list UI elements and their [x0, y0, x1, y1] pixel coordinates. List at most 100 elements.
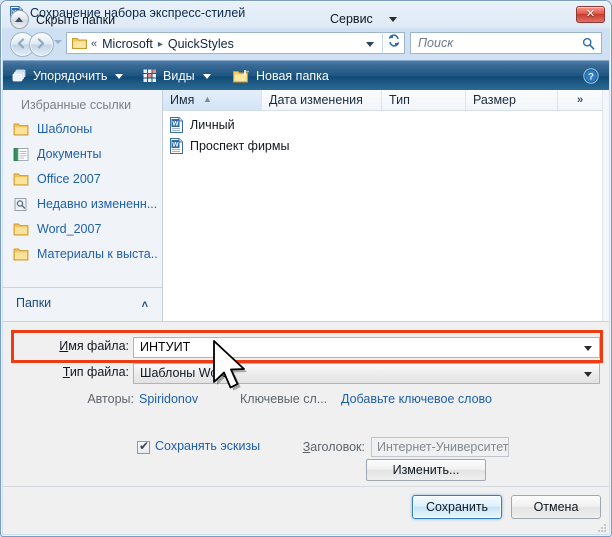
column-header-label: Дата изменения [269, 93, 363, 107]
sidebar-item-office-2007[interactable]: Office 2007 [13, 168, 157, 190]
sidebar-item-documents[interactable]: Документы [13, 143, 157, 165]
save-thumbnails-checkbox[interactable]: ✔ [137, 441, 150, 454]
chevron-down-icon[interactable] [584, 372, 592, 377]
heading-label: Заголовок: [290, 440, 365, 454]
filename-value: ИНТУИТ [140, 340, 190, 354]
sidebar-item-label: Материалы к выста... [37, 247, 157, 261]
search-icon [582, 37, 595, 50]
column-header-size[interactable]: Размер [466, 90, 558, 110]
sidebar-item-exhibition-materials[interactable]: Материалы к выста... [13, 243, 157, 265]
recent-pages-dropdown[interactable] [54, 40, 62, 44]
file-row[interactable]: W Проспект фирмы [169, 136, 289, 156]
folder-icon [13, 221, 31, 237]
svg-text:W: W [172, 142, 179, 149]
search-placeholder: Поиск [418, 36, 453, 50]
column-header-label: Размер [473, 93, 516, 107]
sidebar-item-label: Шаблоны [37, 122, 92, 136]
new-folder-label: Новая папка [256, 69, 329, 83]
favorites-header: Избранные ссылки [21, 98, 131, 112]
word-document-icon: W [169, 117, 185, 133]
chevron-down-icon [115, 74, 123, 79]
authors-label: Авторы: [78, 392, 134, 406]
tools-menu-button[interactable]: Сервис [330, 12, 397, 26]
change-button[interactable]: Изменить... [366, 459, 486, 481]
folders-pane-toggle[interactable]: Папки ˄ [3, 289, 162, 321]
resize-grip[interactable] [595, 521, 607, 533]
organize-button[interactable]: Упорядочить [12, 66, 123, 86]
folders-label: Папки [16, 296, 51, 310]
filename-label-accel: И [59, 339, 68, 353]
sidebar-item-word-2007[interactable]: Word_2007 [13, 218, 157, 240]
authors-value[interactable]: Spiridonov [139, 392, 198, 406]
close-button[interactable]: ✕ [576, 6, 605, 23]
filename-label: Имя файла: [55, 339, 129, 353]
hide-folders-button[interactable]: Скрыть папки [10, 10, 115, 29]
cancel-button[interactable]: Отмена [511, 495, 601, 519]
folder-icon [72, 36, 87, 50]
breadcrumb-item-1[interactable]: QuickStyles [168, 37, 234, 51]
chevron-down-icon[interactable] [584, 346, 592, 351]
hide-folders-label: Скрыть папки [36, 13, 115, 27]
documents-icon [13, 146, 31, 162]
refresh-icon [387, 36, 401, 50]
add-keyword-link[interactable]: Добавьте ключевое слово [341, 392, 492, 406]
chevron-down-icon[interactable] [366, 42, 374, 47]
column-header-name[interactable]: Имя ▲ [163, 90, 262, 110]
address-bar[interactable]: « Microsoft ▸ QuickStyles [66, 32, 382, 54]
file-name: Личный [190, 118, 235, 132]
filetype-label: Тип файла: [58, 365, 129, 379]
tools-label: Сервис [330, 12, 373, 26]
column-header-label: Тип [389, 93, 410, 107]
svg-text:?: ? [588, 72, 594, 83]
sidebar-item-label: Office 2007 [37, 172, 101, 186]
favorites-sidebar: Избранные ссылки Шаблоны [3, 90, 163, 321]
checkmark-icon: ✔ [139, 439, 149, 453]
filetype-select[interactable]: Шаблоны Word [133, 363, 600, 384]
sort-ascending-icon: ▲ [203, 89, 212, 109]
sidebar-item-label: Недавно измененн... [37, 197, 157, 211]
filetype-value: Шаблоны Word [140, 366, 228, 380]
views-button[interactable]: Виды [143, 66, 211, 86]
breadcrumb-item-0[interactable]: Microsoft [102, 37, 153, 51]
file-name: Проспект фирмы [190, 139, 289, 153]
new-folder-icon [233, 69, 250, 84]
file-row[interactable]: W Личный [169, 115, 235, 135]
chevron-up-circle-icon [10, 10, 29, 29]
save-thumbnails-label[interactable]: Сохранять эскизы [155, 439, 260, 453]
heading-label-rest: аголовок: [310, 440, 365, 454]
new-folder-button[interactable]: Новая папка [233, 66, 329, 86]
breadcrumb[interactable]: « Microsoft ▸ QuickStyles [91, 36, 234, 52]
column-header-date-modified[interactable]: Дата изменения [262, 90, 382, 110]
sidebar-splitter[interactable] [3, 287, 162, 288]
chevron-down-icon [203, 74, 211, 79]
folder-icon [13, 246, 31, 262]
views-label: Виды [163, 69, 195, 83]
close-icon: ✕ [577, 6, 604, 23]
help-button[interactable]: ? [583, 68, 599, 84]
file-list: Имя ▲ Дата изменения Тип Размер » [163, 90, 609, 321]
recent-search-icon [13, 196, 31, 212]
forward-arrow-icon [30, 33, 51, 54]
views-grid-icon [143, 69, 157, 83]
word-document-icon: W [169, 138, 185, 154]
refresh-button[interactable] [382, 32, 405, 54]
breadcrumb-overflow-icon[interactable]: « [91, 38, 97, 50]
content-area: Избранные ссылки Шаблоны [3, 90, 609, 321]
heading-input[interactable]: Интернет-Университет [371, 437, 509, 457]
column-header-row: Имя ▲ Дата изменения Тип Размер » [163, 90, 602, 111]
sidebar-item-recently-changed[interactable]: Недавно измененн... [13, 193, 157, 215]
column-header-more[interactable]: » [558, 90, 602, 110]
file-list-scrollbar[interactable] [602, 90, 609, 321]
column-header-type[interactable]: Тип [382, 90, 466, 110]
forward-button[interactable] [29, 32, 54, 57]
organize-label: Упорядочить [33, 69, 107, 83]
sidebar-item-templates[interactable]: Шаблоны [13, 118, 157, 140]
filename-input[interactable]: ИНТУИТ [133, 337, 600, 358]
save-button[interactable]: Сохранить [412, 495, 502, 519]
sidebar-item-label: Word_2007 [37, 222, 101, 236]
search-input[interactable]: Поиск [410, 32, 602, 54]
keywords-label: Ключевые сл... [240, 392, 340, 406]
heading-value: Интернет-Университет [377, 440, 508, 454]
filetype-label-accel: Т [63, 365, 70, 379]
folder-icon [13, 171, 31, 187]
